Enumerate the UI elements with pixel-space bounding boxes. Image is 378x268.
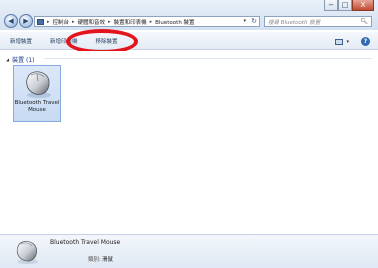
toolbar-right: ▾ ? — [335, 37, 370, 46]
breadcrumb-devices-printers[interactable]: 裝置和印表機 — [114, 18, 147, 26]
collapse-arrow-icon[interactable]: ◢ — [6, 57, 9, 62]
back-button[interactable]: ◀ — [4, 14, 18, 28]
breadcrumb-separator[interactable]: ▸ — [108, 19, 111, 25]
details-category-label: 類別: — [88, 257, 101, 263]
group-divider — [44, 58, 372, 59]
command-toolbar: 新增裝置 新增印表機 移除裝置 ▾ ? — [0, 32, 378, 50]
details-category-value: 滑鼠 — [102, 257, 114, 263]
breadcrumb-control-panel[interactable]: 控制台 — [53, 18, 70, 26]
device-name-line-1: Bluetooth Travel — [14, 100, 60, 106]
navigation-buttons: ◀ ▶ ▾ — [4, 14, 37, 28]
address-bar[interactable]: ▸ 控制台 ▸ 硬體和音效 ▸ 裝置和印表機 ▸ Bluetooth 裝置 ▾ … — [34, 16, 260, 27]
device-tile-bluetooth-travel-mouse[interactable]: Bluetooth Travel Mouse — [13, 65, 61, 122]
window-titlebar: − □ X ◀ ▶ ▾ ▸ 控制台 ▸ 硬體和音效 ▸ 裝置和印表機 ▸ Blu… — [0, 0, 378, 30]
breadcrumb-separator[interactable]: ▸ — [72, 19, 75, 25]
window-controls: − □ X — [324, 0, 374, 12]
search-box[interactable]: 搜尋 Bluetooth 裝置 🔍︎ — [264, 16, 372, 27]
search-input[interactable]: 搜尋 Bluetooth 裝置 — [268, 18, 360, 26]
address-dropdown[interactable]: ▾ — [243, 18, 246, 24]
breadcrumb-separator[interactable]: ▸ — [47, 19, 50, 25]
maximize-button[interactable]: □ — [338, 0, 352, 11]
device-list-pane[interactable]: ◢ 裝置 (1) Bluetooth Travel Mouse — [0, 51, 378, 234]
add-device-button[interactable]: 新增裝置 — [10, 37, 32, 45]
breadcrumb-bluetooth-devices[interactable]: Bluetooth 裝置 — [155, 18, 194, 26]
mouse-icon — [16, 241, 39, 265]
mouse-icon — [26, 71, 51, 98]
device-name: Bluetooth Travel Mouse — [14, 100, 60, 114]
search-icon[interactable]: 🔍︎ — [360, 18, 368, 25]
device-name-line-2: Mouse — [28, 107, 46, 113]
forward-button[interactable]: ▶ — [19, 14, 33, 28]
close-button[interactable]: X — [352, 0, 374, 11]
device-group-title: 裝置 (1) — [12, 57, 35, 64]
change-view-control[interactable]: ▾ — [335, 38, 349, 45]
details-pane: Bluetooth Travel Mouse 類別: 滑鼠 — [0, 234, 378, 268]
breadcrumb-hardware-sound[interactable]: 硬體和音效 — [78, 18, 106, 26]
details-device-name: Bluetooth Travel Mouse — [50, 239, 121, 246]
breadcrumb-separator[interactable]: ▸ — [150, 19, 153, 25]
control-panel-icon — [37, 18, 44, 25]
refresh-icon[interactable]: ↻ — [251, 17, 257, 25]
view-icon[interactable] — [335, 38, 344, 45]
view-dropdown-icon[interactable]: ▾ — [346, 39, 349, 45]
device-group-header[interactable]: ◢ 裝置 (1) — [6, 55, 35, 64]
help-icon[interactable]: ? — [361, 37, 370, 46]
minimize-button[interactable]: − — [324, 0, 338, 11]
